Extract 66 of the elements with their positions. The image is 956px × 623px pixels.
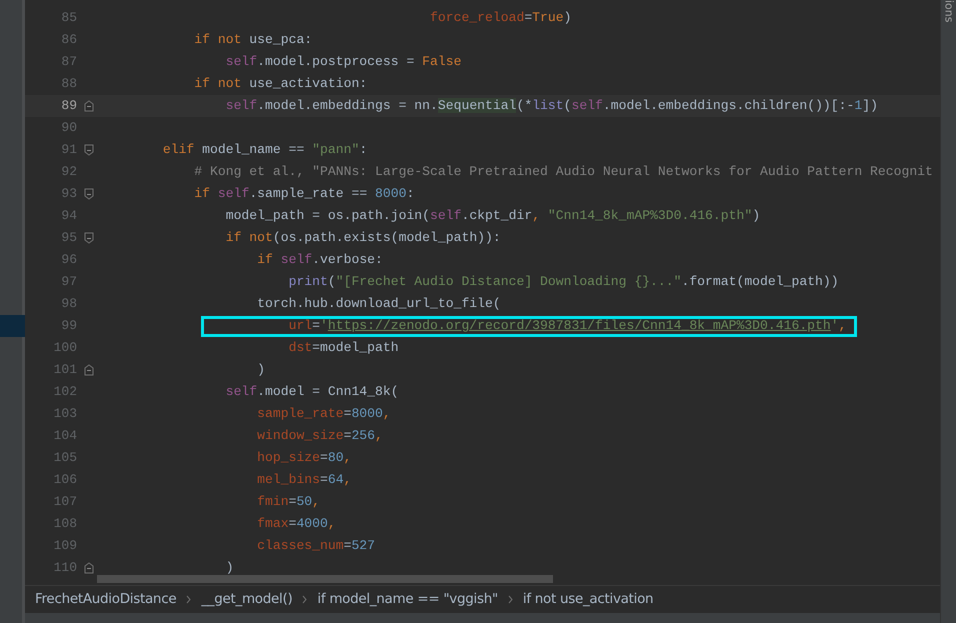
line-number: 101 xyxy=(52,361,77,379)
line-number: 107 xyxy=(52,493,77,511)
code-line: # Kong et al., "PANNs: Large-Scale Pretrained Audio Neural Networks for Audio Pattern Recognit xyxy=(193,163,933,181)
code-line: window_size=256, xyxy=(256,427,383,445)
code-line: url='https://zenodo.org/record/3987831/files/Cnn14_8k_mAP%3D0.416.pth', xyxy=(288,317,846,335)
fold-icon[interactable] xyxy=(84,144,94,156)
breadcrumb[interactable]: __get_model() xyxy=(201,589,292,610)
code-line: print("[Frechet Audio Distance] Downloading {}...".format(model_path)) xyxy=(288,273,839,291)
line-number: 104 xyxy=(52,427,77,445)
fold-icon[interactable] xyxy=(84,100,94,112)
line-number: 105 xyxy=(52,449,77,467)
line-number: 99 xyxy=(60,317,77,335)
code-line: if not use_activation: xyxy=(193,75,368,93)
line-number: 94 xyxy=(60,207,77,225)
line-number: 96 xyxy=(60,251,77,269)
line-number: 89 xyxy=(60,97,77,115)
line-number: 109 xyxy=(52,537,77,555)
line-number: 97 xyxy=(60,273,77,291)
code-line: classes_num=527 xyxy=(256,537,376,555)
code-line: ) xyxy=(256,361,266,379)
line-number: 85 xyxy=(60,9,77,27)
line-number: 92 xyxy=(60,163,77,181)
chevron-icon xyxy=(186,595,192,604)
code-line: self.model.embeddings = nn.Sequential(*list(self.model.embeddings.children())[:-1]) xyxy=(224,97,878,115)
fold-icon[interactable] xyxy=(84,232,94,244)
code-line: dst=model_path xyxy=(288,339,399,357)
code-line: if self.sample_rate == 8000: xyxy=(193,185,414,203)
chevron-icon xyxy=(302,595,308,604)
code-line: torch.hub.download_url_to_file( xyxy=(256,295,501,313)
code-line: mel_bins=64, xyxy=(256,471,352,489)
code-line: model_path = os.path.join(self.ckpt_dir, "Cnn14_8k_mAP%3D0.416.pth") xyxy=(224,207,760,225)
code-line: fmax=4000, xyxy=(256,515,336,533)
scrollbar-thumb[interactable] xyxy=(97,575,553,583)
code-line: fmin=50, xyxy=(256,493,320,511)
code-line: hop_size=80, xyxy=(256,449,352,467)
fold-icon[interactable] xyxy=(84,188,94,200)
code-line: self.model.postprocess = False xyxy=(224,53,462,71)
line-number: 88 xyxy=(60,75,77,93)
code-line: if self.verbose: xyxy=(256,251,383,269)
fold-icon[interactable] xyxy=(84,562,94,574)
line-number: 98 xyxy=(60,295,77,313)
code-line: if not(os.path.exists(model_path)): xyxy=(224,229,501,247)
code-line: self.model = Cnn14_8k( xyxy=(224,383,399,401)
breadcrumb[interactable]: if not use_activation xyxy=(522,589,654,610)
code-line: ) xyxy=(224,559,234,577)
code-line: force_reload=True) xyxy=(429,9,572,27)
side-panel-tab[interactable]: ions xyxy=(942,0,956,22)
line-number: 90 xyxy=(60,119,77,137)
code-line: if not use_pca: xyxy=(193,31,312,49)
line-number: 95 xyxy=(60,229,77,247)
line-number: 91 xyxy=(60,141,77,159)
breadcrumb[interactable]: FrechetAudioDistance xyxy=(35,589,176,610)
line-number: 106 xyxy=(52,471,77,489)
chevron-icon xyxy=(508,595,513,604)
fold-icon[interactable] xyxy=(84,364,94,376)
code-line: sample_rate=8000, xyxy=(256,405,391,423)
line-number: 100 xyxy=(52,339,77,357)
line-number: 110 xyxy=(52,559,77,577)
line-number: 102 xyxy=(52,383,77,401)
line-number: 93 xyxy=(60,185,77,203)
line-number: 87 xyxy=(60,53,77,71)
breadcrumb[interactable]: if model_name == "vggish" xyxy=(317,589,498,610)
code-line: elif model_name == "pann": xyxy=(162,141,368,159)
line-number: 86 xyxy=(60,31,77,49)
line-number: 108 xyxy=(52,515,77,533)
line-number: 103 xyxy=(52,405,77,423)
